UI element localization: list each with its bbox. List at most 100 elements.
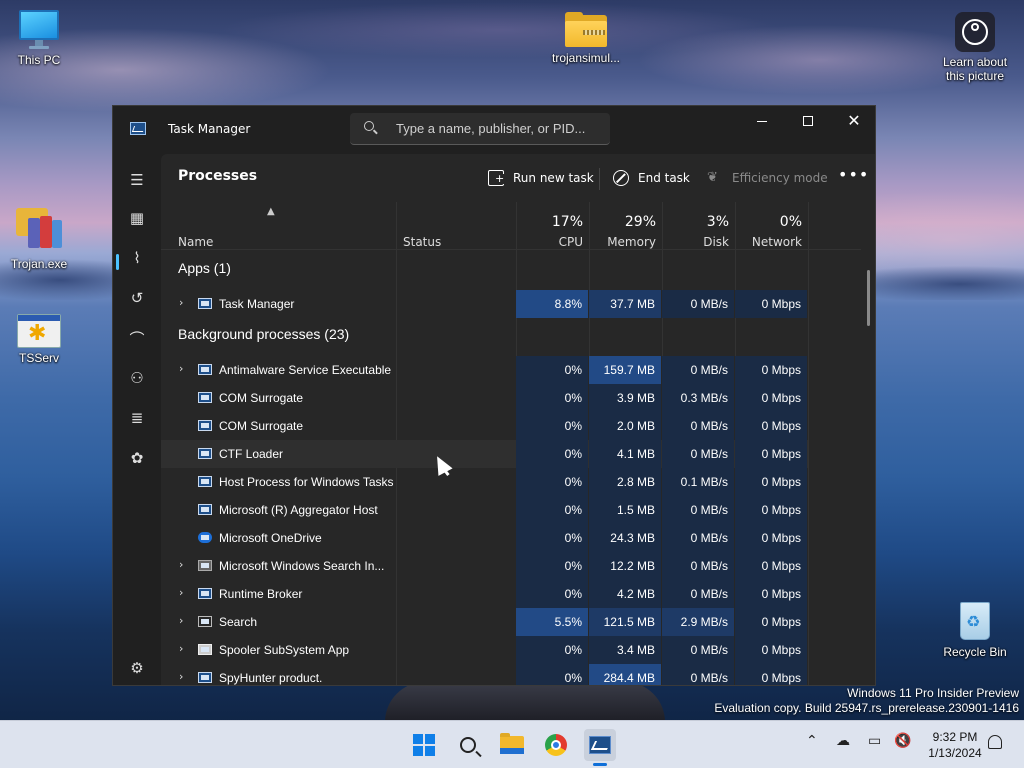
expand-chevron-icon[interactable]: › [179,670,183,683]
network-cell: 0 Mbps [735,608,807,636]
settings-gear-icon[interactable]: ⚙ [125,656,149,680]
clock-date: 1/13/2024 [928,746,982,760]
nav-details-icon[interactable]: ≣ [125,406,149,430]
table-row[interactable]: Microsoft OneDrive 0% 24.3 MB 0 MB/s 0 M… [161,524,808,552]
process-name: Microsoft Windows Search In... [219,559,385,573]
title-bar[interactable]: Task Manager Type a name, publisher, or … [113,106,875,154]
disk-total-percent: 3% [706,214,729,230]
memory-cell: 12.2 MB [589,552,661,580]
vertical-scrollbar[interactable] [867,270,870,326]
onedrive-offline-icon[interactable]: ☁ [836,733,850,749]
column-header-memory[interactable]: Memory [590,235,656,249]
column-header-network[interactable]: Network [736,235,802,249]
desktop-icon-trojan-exe[interactable]: Trojan.exe [4,204,74,271]
desktop-icon-trojansimul[interactable]: trojansimul... [546,12,626,65]
nav-processes-icon[interactable]: ▦ [125,206,149,230]
network-cell: 0 Mbps [735,664,807,685]
column-header-disk[interactable]: Disk [663,235,729,249]
desktop-icon-learn-about-picture[interactable]: Learn about this picture [938,12,1012,83]
process-icon [198,364,212,375]
table-header: Name Status 17% CPU 29% Memory 3% Disk 0… [161,202,861,250]
minimize-button[interactable] [739,106,785,136]
minimize-icon [757,120,767,122]
table-row[interactable]: › Spooler SubSystem App 0% 3.4 MB 0 MB/s… [161,636,808,664]
file-explorer-button[interactable] [496,729,528,761]
network-cell: 0 Mbps [735,496,807,524]
nav-app-history-icon[interactable]: ↺ [125,286,149,310]
expand-chevron-icon[interactable]: › [179,586,183,599]
taskbar-search-button[interactable] [452,729,484,761]
hamburger-menu-icon[interactable]: ☰ [125,168,149,192]
process-name: Search [219,615,258,629]
network-cell: 0 Mbps [735,468,807,496]
maximize-icon [803,116,813,126]
close-icon: ✕ [847,111,861,130]
memory-cell: 2.0 MB [589,412,661,440]
desktop-icon-label: Trojan.exe [10,257,68,271]
group-header-background: Background processes (23) [178,326,350,342]
desktop-icon-label: TSServ [18,351,59,365]
expand-chevron-icon[interactable]: › [179,558,183,571]
network-cell: 0 Mbps [735,356,807,384]
desktop-icon-tsserv[interactable]: ✱ TSServ [4,314,74,365]
nav-services-icon[interactable]: ✿ [125,446,149,470]
run-new-task-button[interactable]: Run new task [488,166,594,190]
table-row[interactable]: › Microsoft Windows Search In... 0% 12.2… [161,552,808,580]
efficiency-mode-button[interactable]: ❦ Efficiency mode [707,166,828,190]
show-hidden-icons-chevron-icon[interactable]: ⌃ [806,733,818,749]
process-name: Microsoft OneDrive [219,531,322,545]
start-button[interactable] [408,729,440,761]
task-manager-taskbar-button[interactable] [584,729,616,761]
table-row[interactable]: COM Surrogate 0% 2.0 MB 0 MB/s 0 Mbps [161,412,808,440]
clock[interactable]: 9:32 PM 1/13/2024 [920,729,990,761]
process-name: CTF Loader [219,447,284,461]
navigation-rail: ☰ ▦ ⌇ ↺ ⌒ ⚇ ≣ ✿ ⚙ [113,154,161,685]
expand-chevron-icon[interactable]: › [179,642,183,655]
nav-startup-apps-icon[interactable]: ⌒ [125,326,149,350]
process-name: Runtime Broker [219,587,303,601]
process-name: COM Surrogate [219,391,304,405]
table-row[interactable]: Host Process for Windows Tasks 0% 2.8 MB… [161,468,808,496]
cpu-cell: 5.5% [516,608,588,636]
printer-icon [198,644,212,655]
table-row[interactable]: Microsoft (R) Aggregator Host 0% 1.5 MB … [161,496,808,524]
table-row[interactable]: › Search 5.5% 121.5 MB 2.9 MB/s 0 Mbps [161,608,808,636]
column-header-cpu[interactable]: CPU [517,235,583,249]
table-row[interactable]: › Antimalware Service Executable 0% 159.… [161,356,808,384]
table-row[interactable]: COM Surrogate 0% 3.9 MB 0.3 MB/s 0 Mbps [161,384,808,412]
notification-bell-icon[interactable] [988,735,1002,749]
maximize-button[interactable] [785,106,831,136]
nav-users-icon[interactable]: ⚇ [125,366,149,390]
search-input[interactable]: Type a name, publisher, or PID... [350,113,610,145]
cpu-cell: 0% [516,356,588,384]
disk-cell: 0.1 MB/s [662,468,734,496]
more-options-button[interactable]: ••• [838,167,869,183]
process-icon [198,420,212,431]
nav-performance-icon[interactable]: ⌇ [125,246,149,270]
toolbar: Processes Run new task End task ❦ Effici… [161,154,875,202]
processes-page: Processes Run new task End task ❦ Effici… [161,154,875,685]
cpu-cell: 0% [516,636,588,664]
process-icon [198,448,212,459]
desktop-icon-this-pc[interactable]: This PC [4,10,74,67]
chrome-button[interactable] [540,729,572,761]
expand-chevron-icon[interactable]: › [179,296,183,309]
table-row[interactable]: › SpyHunter product. 0% 284.4 MB 0 MB/s … [161,664,808,685]
table-row[interactable]: › Task Manager 8.8% 37.7 MB 0 MB/s 0 Mbp… [161,290,808,318]
desktop-icon-recycle-bin[interactable]: ♻ Recycle Bin [940,598,1010,659]
expand-chevron-icon[interactable]: › [179,614,183,627]
network-icon[interactable]: ▭ [868,733,881,749]
end-task-button[interactable]: End task [613,166,690,190]
close-button[interactable]: ✕ [831,106,875,136]
disk-cell: 0 MB/s [662,290,734,318]
expand-chevron-icon[interactable]: › [179,362,183,375]
volume-muted-icon[interactable]: 🔇 [894,733,911,749]
column-header-name[interactable]: Name [178,235,213,249]
disk-cell: 0.3 MB/s [662,384,734,412]
table-row[interactable]: › Runtime Broker 0% 4.2 MB 0 MB/s 0 Mbps [161,580,808,608]
column-header-status[interactable]: Status [403,235,441,249]
network-cell: 0 Mbps [735,636,807,664]
os-watermark: Windows 11 Pro Insider Preview Evaluatio… [714,686,1019,716]
table-row[interactable]: CTF Loader 0% 4.1 MB 0 MB/s 0 Mbps [161,440,808,468]
memory-cell: 1.5 MB [589,496,661,524]
